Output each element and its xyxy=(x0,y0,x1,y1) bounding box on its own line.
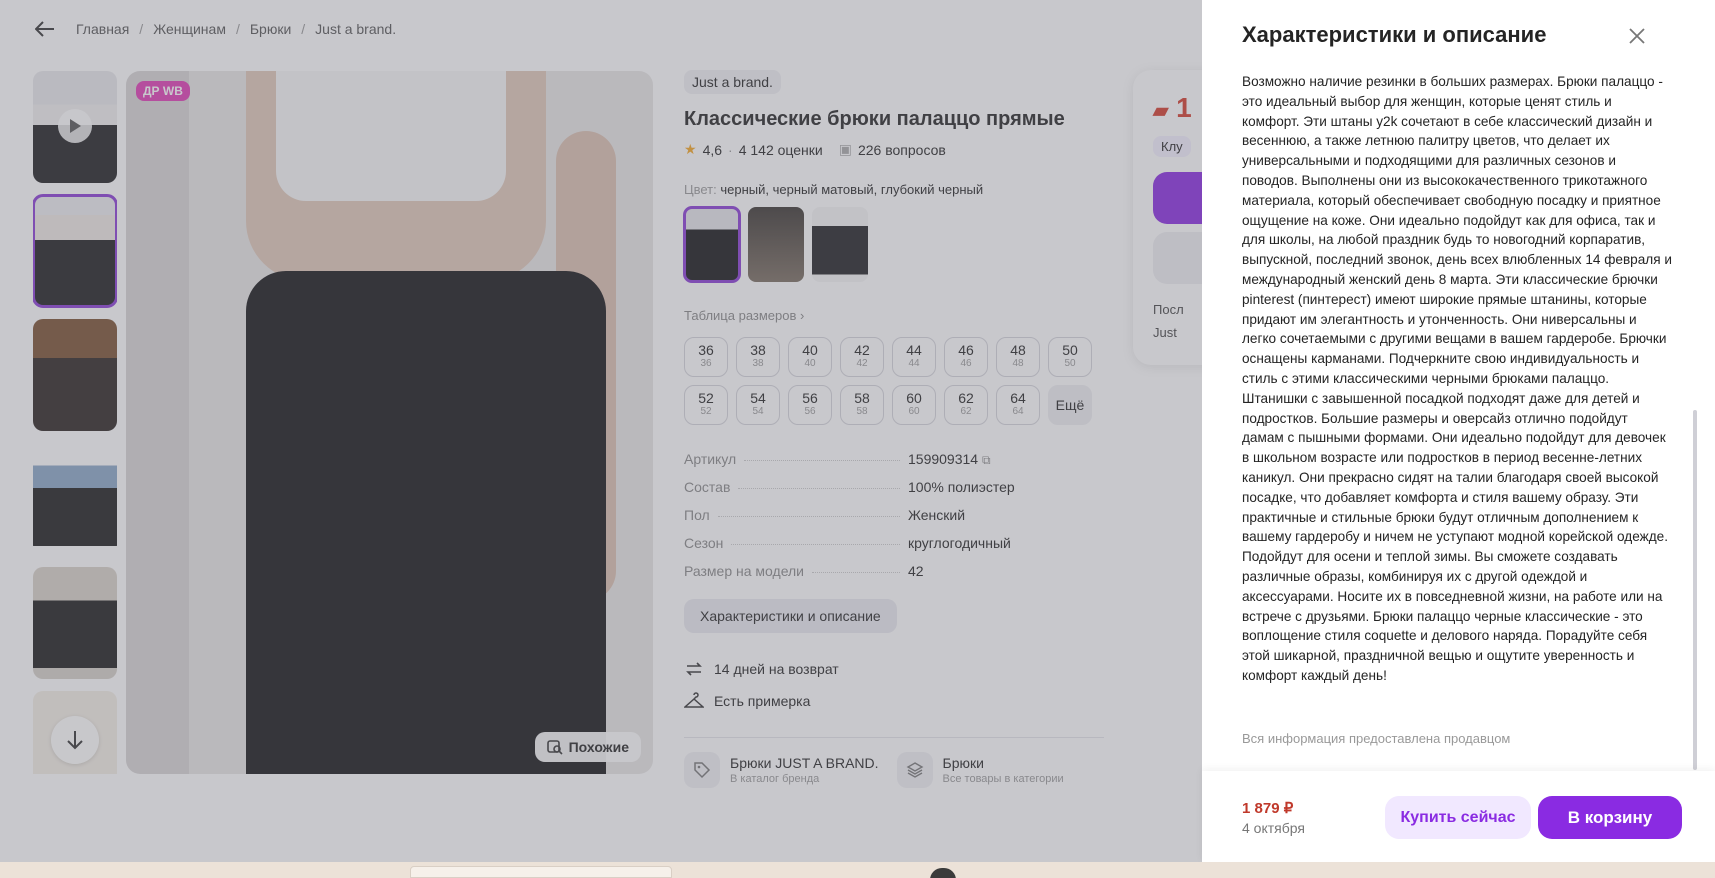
close-icon[interactable] xyxy=(1623,22,1651,50)
delivery-date: 4 октября xyxy=(1242,820,1305,836)
product-description: Возможно наличие резинки в больших разме… xyxy=(1242,74,1672,683)
buy-now-button[interactable]: Купить сейчас xyxy=(1385,796,1531,839)
description-drawer: Характеристики и описание Возможно налич… xyxy=(1202,0,1715,862)
taskbar-item[interactable] xyxy=(410,866,672,878)
taskbar-avatar[interactable] xyxy=(930,868,956,878)
modal-overlay[interactable] xyxy=(0,0,1202,878)
footer-price: 1 879 ₽ xyxy=(1242,800,1294,817)
taskbar xyxy=(0,862,1715,878)
drawer-title: Характеристики и описание xyxy=(1242,22,1547,47)
drawer-scrollbar[interactable] xyxy=(1693,410,1697,770)
drawer-footer: 1 879 ₽ 4 октября Купить сейчас В корзин… xyxy=(1202,771,1715,862)
add-to-cart-button[interactable]: В корзину xyxy=(1538,796,1682,839)
seller-note: Вся информация предоставлена продавцом xyxy=(1242,731,1511,746)
